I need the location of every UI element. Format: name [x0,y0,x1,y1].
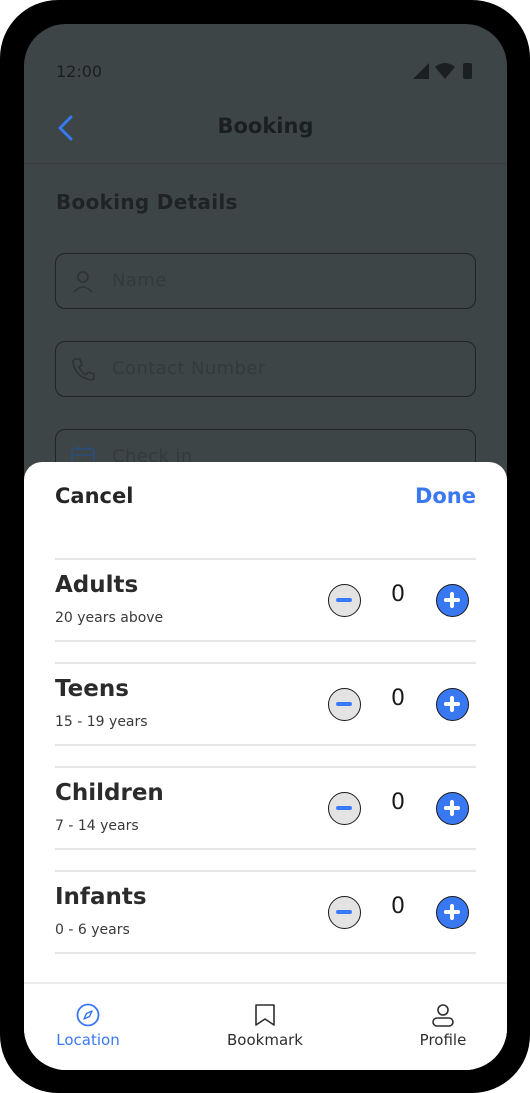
guest-row-adults: Adults 20 years above 0 [55,558,476,642]
increment-adults-button[interactable] [436,584,469,617]
status-icons [413,63,472,79]
decrement-adults-button[interactable] [328,584,361,617]
bottom-nav: Location Bookmark Profile [24,982,507,1070]
phone-frame: 12:00 Booking Booking Details Name Conta… [0,0,530,1093]
decrement-infants-button[interactable] [328,896,361,929]
compass-icon [76,1003,100,1027]
signal-icon [413,63,429,79]
nav-item-profile[interactable]: Profile [388,1002,498,1062]
adults-count: 0 [391,582,405,607]
nav-label: Profile [419,1031,467,1049]
nav-item-bookmark[interactable]: Bookmark [210,1002,320,1062]
contact-number-field[interactable]: Contact Number [55,341,476,397]
decrement-teens-button[interactable] [328,688,361,721]
user-icon [73,271,93,293]
infants-count: 0 [391,894,405,919]
guest-title: Infants [55,884,147,910]
guest-title: Adults [55,572,139,598]
guest-title: Teens [55,676,129,702]
phone-icon [72,358,95,381]
done-button[interactable]: Done [415,484,476,508]
status-time: 12:00 [56,62,103,81]
increment-children-button[interactable] [436,792,469,825]
guest-row-children: Children 7 - 14 years 0 [55,766,476,850]
increment-teens-button[interactable] [436,688,469,721]
profile-icon [432,1004,454,1027]
guest-picker-sheet: Cancel Done Adults 20 years above 0 Teen… [24,462,507,1070]
guest-title: Children [55,780,164,806]
nav-item-location[interactable]: Location [33,1002,143,1062]
section-title: Booking Details [56,190,238,214]
guest-row-infants: Infants 0 - 6 years 0 [55,870,476,954]
contact-number-placeholder: Contact Number [112,358,266,379]
guest-age-range: 15 - 19 years [55,714,148,730]
guest-row-teens: Teens 15 - 19 years 0 [55,662,476,746]
nav-label: Location [56,1031,120,1049]
name-field-placeholder: Name [112,270,167,291]
teens-count: 0 [391,686,405,711]
guest-age-range: 0 - 6 years [55,922,130,938]
children-count: 0 [391,790,405,815]
nav-label: Bookmark [227,1031,303,1049]
battery-icon [463,63,472,79]
name-field[interactable]: Name [55,253,476,309]
screen: 12:00 Booking Booking Details Name Conta… [24,24,507,1070]
cancel-button[interactable]: Cancel [55,484,133,508]
status-bar: 12:00 [24,24,507,114]
guest-age-range: 7 - 14 years [55,818,139,834]
guest-age-range: 20 years above [55,610,164,626]
page-title: Booking [217,114,314,138]
decrement-children-button[interactable] [328,792,361,825]
wifi-icon [435,63,455,79]
app-header: Booking [24,102,507,164]
increment-infants-button[interactable] [436,896,469,929]
bookmark-icon [255,1004,275,1026]
